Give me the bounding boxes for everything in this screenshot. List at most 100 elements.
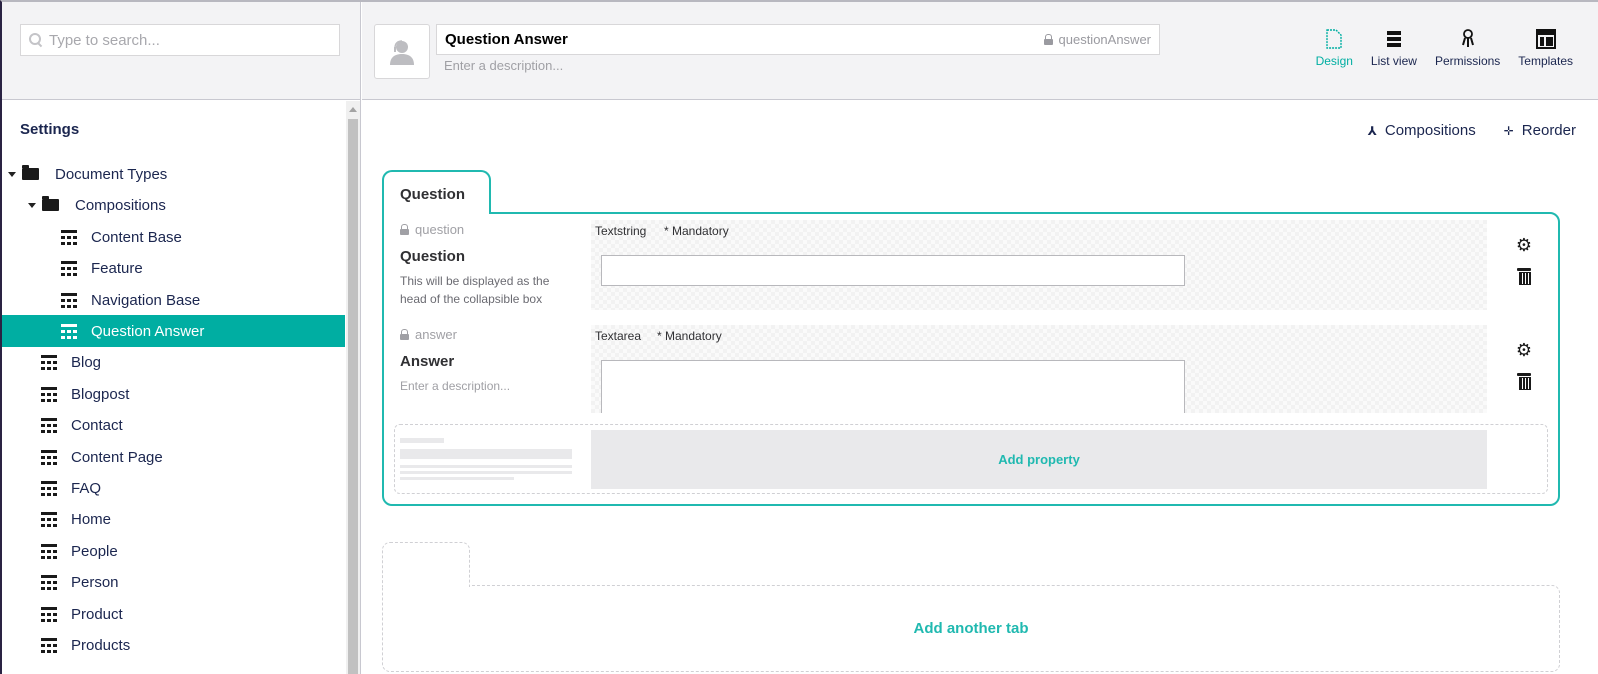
new-tab-placeholder[interactable] (382, 542, 470, 587)
lock-icon[interactable] (400, 329, 409, 340)
add-property-button[interactable]: Add property (591, 430, 1487, 489)
tree-item[interactable]: Product (2, 598, 345, 630)
tree-item-label: Question Answer (91, 322, 205, 340)
app-list-view[interactable]: List view (1362, 28, 1426, 68)
tab-joint (383, 584, 469, 587)
tree-item[interactable]: Blog (2, 346, 345, 378)
app-templates[interactable]: Templates (1509, 28, 1582, 68)
tree-item[interactable]: Home (2, 503, 345, 535)
tree-item[interactable]: Products (2, 629, 345, 661)
caret-down-icon[interactable] (28, 202, 36, 208)
app-label: Design (1315, 54, 1353, 68)
gear-icon[interactable]: ⚙ (1514, 236, 1534, 254)
property-label[interactable]: Question (400, 248, 465, 265)
tree-item-label: Blogpost (71, 385, 130, 403)
search-box[interactable] (20, 24, 340, 56)
property-editor-type: Textarea (595, 329, 642, 343)
property-description[interactable]: This will be displayed as the head of th… (400, 272, 560, 308)
document-icon (1324, 28, 1344, 50)
search-icon (29, 33, 43, 47)
keychain-icon (1458, 28, 1478, 50)
list-icon (1384, 28, 1404, 50)
document-type-icon (41, 511, 57, 527)
alias-text: question (415, 222, 465, 237)
property-alias[interactable]: question (400, 222, 464, 237)
lock-icon[interactable] (400, 224, 409, 235)
trash-icon[interactable] (1517, 373, 1531, 390)
document-type-icon (41, 354, 57, 370)
document-type-icon (61, 292, 77, 308)
tree-item[interactable]: Content Page (2, 441, 345, 473)
gear-icon[interactable]: ⚙ (1514, 341, 1534, 359)
tree-item[interactable]: People (2, 535, 345, 567)
tree-item[interactable]: Blogpost (2, 378, 345, 410)
property-row[interactable]: question Question This will be displayed… (384, 220, 1532, 310)
tree-item[interactable]: Person (2, 566, 345, 598)
caret-down-icon[interactable] (8, 171, 16, 177)
add-tab-area[interactable]: Add another tab (382, 585, 1560, 672)
property-row[interactable]: answer Answer Enter a description... Tex… (384, 325, 1532, 413)
folder-icon (22, 165, 39, 180)
tree-item-label: Navigation Base (91, 291, 201, 309)
skeleton-line (400, 471, 572, 474)
tree-item[interactable]: Compositions (2, 189, 345, 221)
app-label: Permissions (1434, 54, 1501, 68)
description-input[interactable] (444, 58, 944, 73)
editor-apps: Design List view Permissions Templates (1307, 28, 1582, 68)
property-preview[interactable]: Textarea * Mandatory (591, 325, 1487, 413)
property-mandatory: * Mandatory (664, 224, 729, 238)
tree-item[interactable]: FAQ (2, 472, 345, 504)
editor-header: questionAnswer Design List view (362, 2, 1598, 100)
alias-field[interactable]: questionAnswer (1043, 32, 1151, 47)
name-input[interactable] (445, 31, 1044, 48)
reorder-button[interactable]: ✛ Reorder (1504, 122, 1576, 139)
group-name[interactable]: Question (400, 186, 465, 203)
tree-item[interactable]: Content Base (2, 221, 345, 253)
document-type-icon (61, 323, 77, 339)
property-description[interactable]: Enter a description... (400, 377, 560, 395)
compositions-button[interactable]: ⅄ Compositions (1368, 122, 1476, 139)
document-type-icon (41, 637, 57, 653)
trash-icon[interactable] (1517, 268, 1531, 285)
skeleton-line (400, 438, 444, 443)
scroll-thumb[interactable] (348, 119, 358, 674)
tree-item[interactable]: Question Answer (2, 315, 345, 347)
document-type-icon (41, 449, 57, 465)
search-input[interactable] (49, 31, 329, 49)
tree-item[interactable]: Navigation Base (2, 284, 345, 316)
tree-item[interactable]: Feature (2, 252, 345, 284)
property-alias[interactable]: answer (400, 327, 457, 342)
layout-icon (1535, 28, 1556, 50)
app-permissions[interactable]: Permissions (1426, 28, 1509, 68)
doctype-editor: questionAnswer Design List view (362, 2, 1598, 674)
add-another-tab-button[interactable]: Add another tab (914, 620, 1029, 637)
app-design[interactable]: Design (1307, 28, 1362, 68)
reorder-label: Reorder (1521, 122, 1576, 139)
add-property-area: Add property (394, 424, 1548, 494)
tree-scrollbar[interactable] (346, 101, 360, 674)
property-label[interactable]: Answer (400, 353, 454, 370)
user-support-icon (390, 39, 414, 65)
tree-item-label: Blog (71, 353, 102, 371)
tree-item[interactable]: Contact (2, 409, 345, 441)
document-type-icon (41, 480, 57, 496)
document-type-icon (41, 606, 57, 622)
group-tab[interactable]: Question (382, 170, 491, 214)
tree-item-label: Products (71, 636, 131, 654)
tree-item-label: Product (71, 605, 123, 623)
merge-icon: ⅄ (1367, 123, 1377, 138)
tree-item-label: Feature (91, 259, 143, 277)
tree-item[interactable]: Document Types (2, 158, 345, 190)
property-preview[interactable]: Textstring * Mandatory (591, 220, 1487, 310)
editor-subtoolbar: ⅄ Compositions ✛ Reorder (1368, 122, 1576, 139)
doctype-icon-picker[interactable] (374, 24, 430, 79)
alias-text: answer (415, 327, 457, 342)
group-container: question Question This will be displayed… (382, 212, 1560, 506)
scroll-up-arrow-icon[interactable] (349, 107, 357, 112)
name-field[interactable]: question Answer (436, 24, 1160, 55)
lock-icon[interactable] (1043, 34, 1053, 45)
document-type-icon (61, 229, 77, 245)
tree-item-label: Content Page (71, 448, 163, 466)
app-label: Templates (1518, 54, 1573, 68)
tree-item-label: Contact (71, 416, 123, 434)
